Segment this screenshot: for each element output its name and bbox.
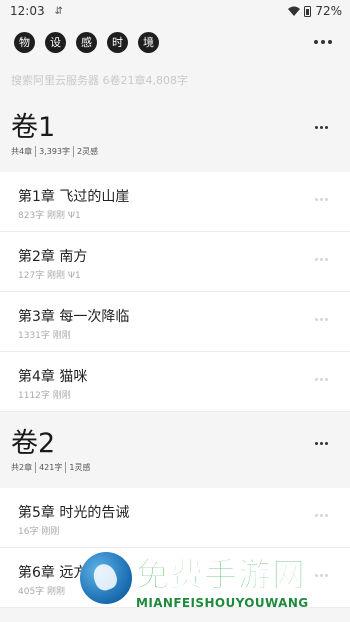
volume-chapter-count: 共2章 [11,463,33,472]
chapter-title: 第4章 猫咪 [18,369,88,385]
volume-more-icon[interactable] [315,126,328,129]
chapter-meta: 823字 刚刚 Ψ1 [18,211,81,221]
chapter-meta: 1331字 刚刚 [18,331,71,341]
volume-inspiration-count: 2灵感 [73,146,98,157]
chapter-title: 第1章 飞过的山崖 [18,189,130,205]
status-bar: 12:03 ⇵ 72% [0,0,350,22]
volume-word-count: 3,393字 [35,146,70,157]
status-right: 72% [288,4,342,18]
chapter-more-icon[interactable] [315,514,328,517]
search-input[interactable]: 搜索阿里云服务器 6卷21章4,808字 [11,72,350,88]
battery-icon [304,5,312,17]
volume-word-count: 421字 [35,462,62,473]
more-horizontal-icon[interactable] [314,40,332,44]
chip-environment[interactable]: 境 [138,31,159,53]
chapter-item[interactable]: 第5章 时光的告诫 16字 刚刚 [0,488,350,548]
watermark-logo-icon [80,552,132,604]
chip-time[interactable]: 时 [107,31,128,53]
chapter-title: 第5章 时光的告诫 [18,505,130,521]
volume-header[interactable]: 卷1 共4章 3,393字 2灵感 [0,112,350,164]
chapter-list: 第1章 飞过的山崖 823字 刚刚 Ψ1 第2章 南方 127字 刚刚 Ψ1 第… [0,172,350,412]
chapter-more-icon[interactable] [315,318,328,321]
chapter-item[interactable]: 第2章 南方 127字 刚刚 Ψ1 [0,232,350,292]
watermark-subtitle: MIANFEISHOUYOUWANG [136,596,309,610]
chapter-meta: 1112字 刚刚 [18,391,71,401]
chapter-title: 第2章 南方 [18,249,88,265]
chapter-item[interactable]: 第1章 飞过的山崖 823字 刚刚 Ψ1 [0,172,350,232]
volume-stats: 共2章 421字 1灵感 [11,462,339,473]
chapter-item[interactable]: 第4章 猫咪 1112字 刚刚 [0,352,350,412]
volume-stats: 共4章 3,393字 2灵感 [11,146,339,157]
chip-settings[interactable]: 设 [45,31,66,53]
battery-percent: 72% [315,4,342,18]
volume-header[interactable]: 卷2 共2章 421字 1灵感 [0,428,350,480]
status-time: 12:03 [10,4,45,18]
volume-more-icon[interactable] [315,442,328,445]
chapter-meta: 127字 刚刚 Ψ1 [18,271,81,281]
watermark: 免费手游网 MIANFEISHOUYOUWANG [80,548,348,618]
chip-inspiration[interactable]: 感 [76,31,97,53]
usb-icon: ⇵ [54,5,63,17]
chapter-more-icon[interactable] [315,258,328,261]
volume-title: 卷1 [11,112,56,143]
chapter-item[interactable]: 第3章 每一次降临 1331字 刚刚 [0,292,350,352]
chapter-meta: 16字 刚刚 [18,527,60,537]
category-toolbar: 物 设 感 时 境 [0,30,350,54]
chapter-title: 第3章 每一次降临 [18,309,130,325]
volume-chapter-count: 共4章 [11,147,33,156]
volume-title: 卷2 [11,428,56,459]
chip-objects[interactable]: 物 [14,31,35,53]
watermark-title: 免费手游网 [136,555,306,595]
wifi-icon [288,6,301,16]
chapter-more-icon[interactable] [315,378,328,381]
chapter-more-icon[interactable] [315,198,328,201]
volume-inspiration-count: 1灵感 [65,462,90,473]
